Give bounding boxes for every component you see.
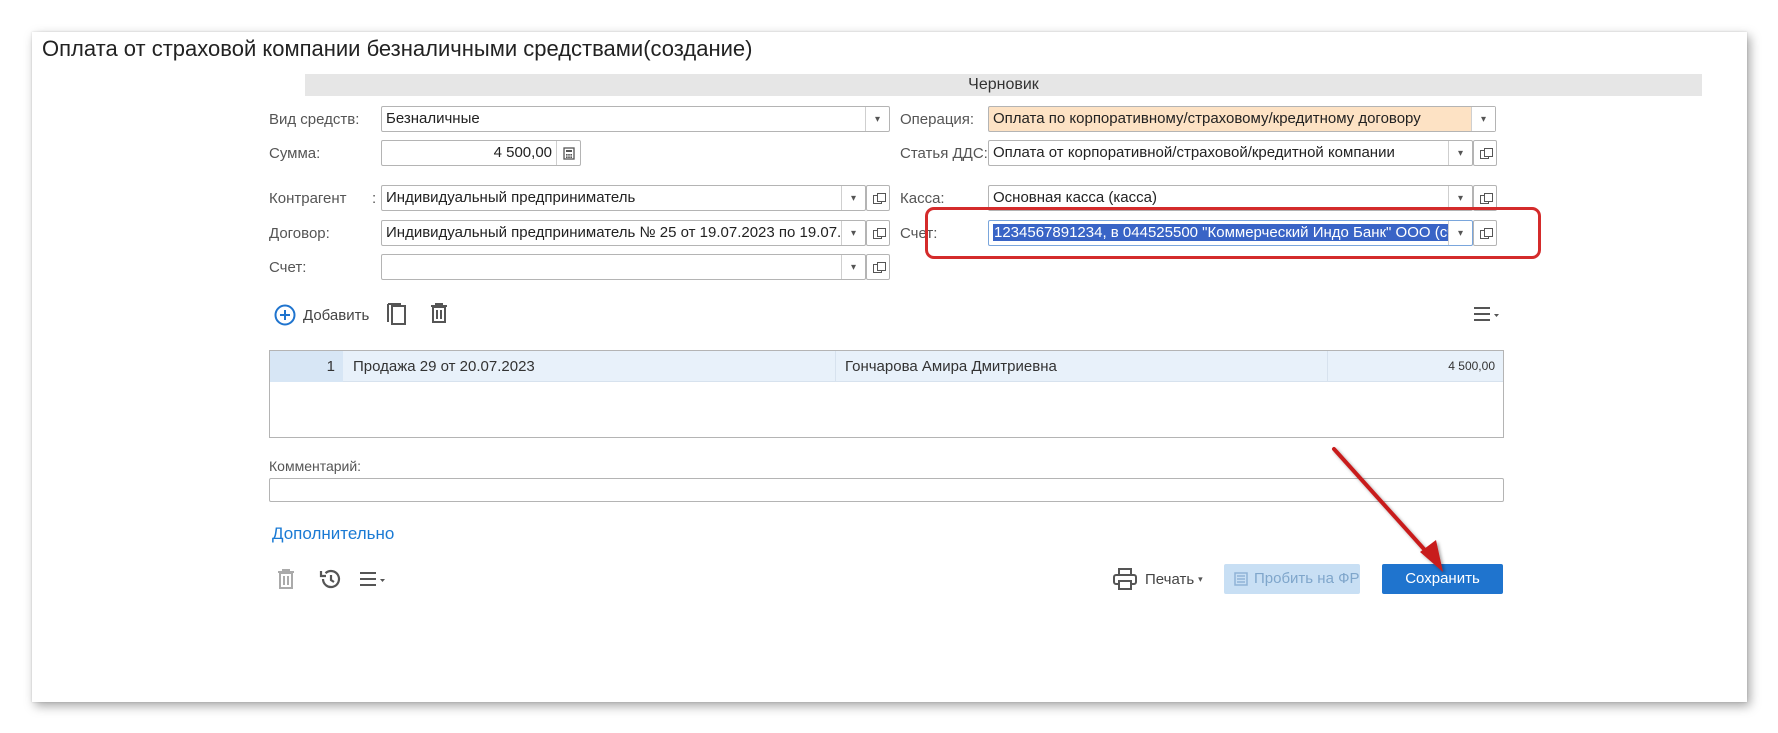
open-schet-left-button[interactable] [866, 254, 890, 280]
statya-select[interactable]: Оплата от корпоративной/страховой/кредит… [988, 140, 1473, 166]
window-title: Оплата от страховой компании безналичным… [42, 36, 753, 61]
history-button[interactable] [318, 567, 342, 594]
document-window: Оплата от страховой компании безналичным… [32, 32, 1747, 702]
comment-label: Комментарий: [269, 458, 362, 474]
row-person: Гончарова Амира Дмитриевна [845, 358, 1057, 375]
fiscal-register-button[interactable]: Пробить на ФР [1224, 564, 1360, 594]
chevron-down-icon[interactable]: ▾ [841, 186, 865, 210]
vid-sredstv-value: Безналичные [386, 110, 480, 127]
delete-row-button[interactable] [429, 302, 449, 327]
row-number: 1 [270, 351, 343, 382]
summa-value: 4 500,00 [493, 144, 552, 161]
trash-icon [278, 569, 294, 589]
chevron-down-icon[interactable]: ▾ [1448, 141, 1472, 165]
save-label: Сохранить [1405, 570, 1480, 587]
operacia-select[interactable]: Оплата по корпоративному/страховому/кред… [988, 106, 1496, 132]
dogovor-select[interactable]: Индивидуальный предприниматель № 25 от 1… [381, 220, 866, 246]
plus-circle-icon [274, 304, 296, 326]
copy-button[interactable] [384, 300, 408, 329]
statya-value: Оплата от корпоративной/страховой/кредит… [993, 144, 1395, 161]
fiscal-register-label: Пробить на ФР [1254, 570, 1360, 587]
colon-mark: : [372, 190, 377, 207]
row-sum: 4 500,00 [1448, 359, 1495, 373]
operacia-value: Оплата по корпоративному/страховому/кред… [993, 110, 1421, 127]
comment-input[interactable] [269, 478, 1504, 502]
statya-label: Статья ДДС: [900, 145, 988, 162]
open-dogovor-button[interactable] [866, 220, 890, 246]
menu-icon [360, 572, 385, 586]
status-bar: Черновик [305, 74, 1702, 96]
chevron-down-icon[interactable]: ▾ [841, 221, 865, 245]
payments-table[interactable]: 1 Продажа 29 от 20.07.2023 Гончарова Ами… [269, 350, 1504, 438]
kontragent-select[interactable]: Индивидуальный предприниматель ▾ [381, 185, 866, 211]
chevron-down-icon[interactable]: ▾ [841, 255, 865, 279]
trash-icon [431, 303, 447, 323]
add-button[interactable]: Добавить [274, 302, 374, 328]
kontragent-label: Контрагент [269, 190, 347, 207]
receipt-icon [1234, 572, 1248, 586]
kontragent-value: Индивидуальный предприниматель [386, 189, 636, 206]
print-label: Печать [1145, 570, 1195, 588]
caret-down-icon: ▾ [1198, 573, 1203, 584]
add-button-label: Добавить [303, 306, 370, 324]
chevron-down-icon[interactable]: ▾ [865, 107, 889, 131]
summa-input[interactable]: 4 500,00 [381, 140, 581, 166]
schet-left-select[interactable]: ▾ [381, 254, 866, 280]
footer-menu-button[interactable] [359, 570, 389, 591]
print-button[interactable]: Печать ▾ [1113, 567, 1203, 591]
more-menu-button[interactable] [1473, 305, 1503, 326]
summa-label: Сумма: [269, 145, 321, 162]
copy-icon [387, 303, 406, 325]
history-icon [319, 569, 341, 589]
schet-left-label: Счет: [269, 259, 307, 276]
printer-icon [1113, 568, 1137, 590]
save-button[interactable]: Сохранить [1382, 564, 1503, 594]
delete-document-button[interactable] [276, 568, 296, 593]
row-document: Продажа 29 от 20.07.2023 [353, 358, 535, 375]
vid-sredstv-label: Вид средств: [269, 111, 360, 128]
menu-icon [1474, 307, 1499, 321]
chevron-down-icon[interactable]: ▾ [1471, 107, 1495, 131]
kassa-label: Касса: [900, 190, 945, 207]
dogovor-label: Договор: [269, 225, 330, 242]
open-kontragent-button[interactable] [866, 185, 890, 211]
highlight-outline [925, 207, 1541, 259]
more-details-link[interactable]: Дополнительно [272, 524, 394, 544]
vid-sredstv-select[interactable]: Безналичные ▾ [381, 106, 890, 132]
open-statya-button[interactable] [1473, 140, 1497, 166]
calculator-icon[interactable] [556, 141, 580, 165]
table-row[interactable]: 1 Продажа 29 от 20.07.2023 Гончарова Ами… [270, 351, 1503, 382]
operacia-label: Операция: [900, 111, 975, 128]
dogovor-value: Индивидуальный предприниматель № 25 от 1… [386, 224, 841, 241]
